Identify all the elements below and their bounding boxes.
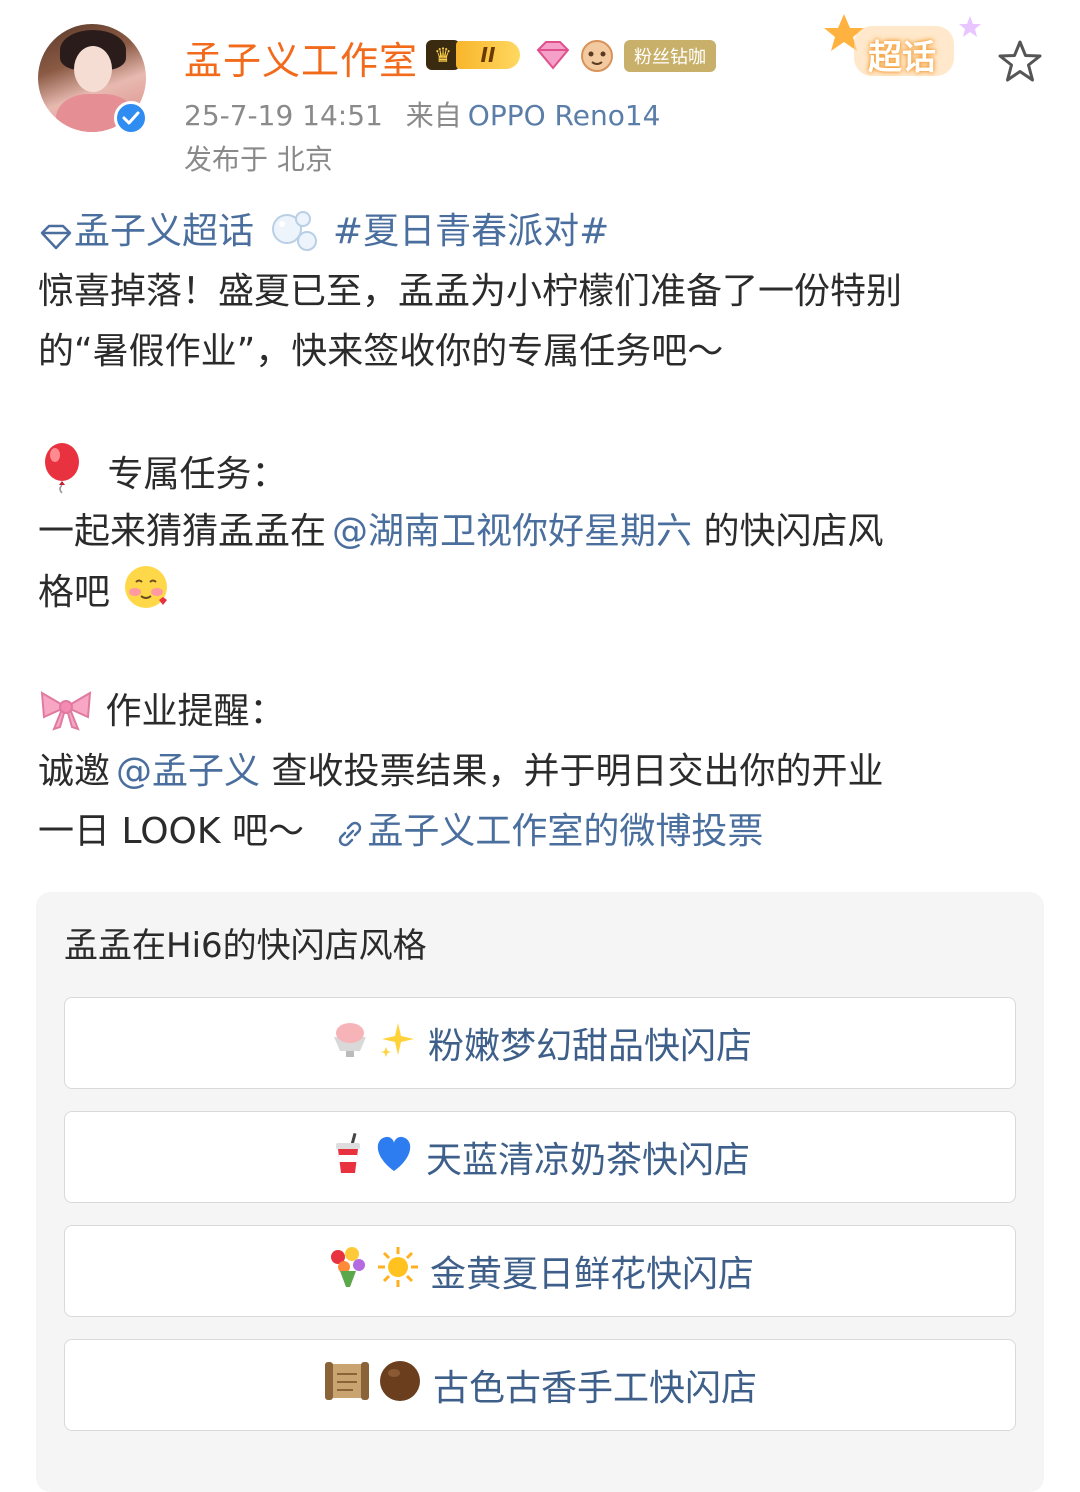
shy-face-icon [121, 562, 171, 631]
poll-option-icons [328, 1019, 424, 1068]
link-icon [333, 810, 367, 870]
username[interactable]: 孟子义工作室 [184, 30, 418, 85]
bubbles-icon [265, 207, 321, 270]
poll-option-icons [323, 1358, 429, 1413]
post-line-1: 惊喜掉落！盛夏已至，孟孟为小柠檬们准备了一份特别 [38, 271, 903, 312]
supertopic-link[interactable]: 孟子义超话 [38, 211, 265, 252]
post-body: 孟子义超话 #夏日青春派对# 惊喜掉落！盛夏已至，孟孟为小柠檬们准备了一份特别 … [38, 202, 1048, 862]
source-device[interactable]: OPPO Reno14 [468, 99, 661, 132]
sparkles-icon [378, 1019, 418, 1068]
task-line-2-text: 格吧 [38, 572, 111, 613]
mention-hunan-tv[interactable]: @湖南卫视你好星期六 [332, 511, 692, 552]
diamond-icon [38, 210, 74, 270]
poll-option-1[interactable]: 粉嫩梦幻甜品快闪店 [64, 997, 1016, 1089]
timestamp: 25-7-19 14:51 [184, 99, 383, 132]
source-prefix: 来自 [405, 99, 462, 132]
level-label: II [456, 41, 520, 69]
brown-circle-icon [377, 1358, 423, 1413]
poll-card: 孟孟在Hi6的快闪店风格 粉嫩梦幻甜品快闪店 天蓝清凉奶茶快闪店 金黄夏日鲜花快… [36, 892, 1044, 1492]
shaved-ice-icon [328, 1019, 372, 1068]
poll-option-label: 天蓝清凉奶茶快闪店 [425, 1140, 750, 1181]
reminder-title-line: 作业提醒： [38, 682, 1048, 742]
blue-heart-icon [372, 1133, 416, 1182]
reminder-suffix: 查收投票结果，并于明日交出你的开业 [260, 751, 884, 792]
supertopic-button[interactable]: 超话 [822, 10, 992, 90]
reminder-line-2: 一日 LOOK 吧～ 孟子义工作室的微博投票 [38, 802, 1048, 862]
poll-option-label: 金黄夏日鲜花快闪店 [429, 1254, 754, 1295]
poll-option-label: 古色古香手工快闪店 [432, 1368, 757, 1409]
mascot-icon[interactable] [578, 36, 616, 74]
hashtag-link[interactable]: #夏日青春派对# [333, 211, 609, 252]
reminder-title: 作业提醒： [105, 691, 286, 732]
location: 发布于 北京 [184, 143, 333, 176]
fan-badge[interactable]: 粉丝钻咖 [624, 40, 716, 72]
gem-icon[interactable] [534, 40, 572, 72]
topic-line: 孟子义超话 #夏日青春派对# [38, 202, 1048, 262]
task-prefix: 一起来猜猜孟孟在 [38, 511, 327, 552]
task-title: 专属任务： [107, 454, 288, 495]
supertopic-label: 超话 [868, 38, 936, 78]
bow-ribbon-icon [38, 687, 94, 750]
avatar-face [74, 46, 112, 92]
vote-link-label: 孟子义工作室的微博投票 [367, 811, 764, 852]
task-line-1: 一起来猜猜孟孟在 @湖南卫视你好星期六 的快闪店风 [38, 502, 1048, 562]
cup-with-straw-icon [330, 1131, 366, 1184]
poll-option-2[interactable]: 天蓝清凉奶茶快闪店 [64, 1111, 1016, 1203]
post-meta: 25-7-19 14:51 来自 OPPO Reno14 [184, 94, 660, 134]
level-badge[interactable]: ♛ II [426, 38, 524, 72]
bouquet-icon [326, 1245, 370, 1298]
verified-icon [114, 101, 148, 135]
vote-link[interactable]: 孟子义工作室的微博投票 [333, 811, 763, 852]
task-suffix: 的快闪店风 [692, 511, 884, 552]
post-line-2: 的“暑假作业”，快来签收你的专属任务吧～ [38, 331, 724, 372]
reminder-line-2-text: 一日 LOOK 吧～ [38, 811, 304, 852]
mention-mengziyi[interactable]: @孟子义 [116, 751, 260, 792]
task-title-line: 专属任务： [38, 442, 1048, 502]
poll-option-label: 粉嫩梦幻甜品快闪店 [427, 1026, 752, 1067]
reminder-line-1: 诚邀 @孟子义 查收投票结果，并于明日交出你的开业 [38, 742, 1048, 802]
poll-option-icons [326, 1245, 426, 1298]
poll-option-icons [330, 1131, 422, 1184]
sun-icon [376, 1245, 420, 1298]
poll-option-3[interactable]: 金黄夏日鲜花快闪店 [64, 1225, 1016, 1317]
crown-icon: ♛ [426, 40, 460, 70]
supertopic-link-label: 孟子义超话 [74, 211, 255, 252]
poll-option-4[interactable]: 古色古香手工快闪店 [64, 1339, 1016, 1431]
reminder-prefix: 诚邀 [38, 751, 111, 792]
task-line-2: 格吧 [38, 562, 1048, 622]
poll-title: 孟孟在Hi6的快闪店风格 [64, 926, 427, 966]
favorite-star-icon[interactable] [996, 38, 1044, 86]
scroll-icon [323, 1360, 371, 1411]
